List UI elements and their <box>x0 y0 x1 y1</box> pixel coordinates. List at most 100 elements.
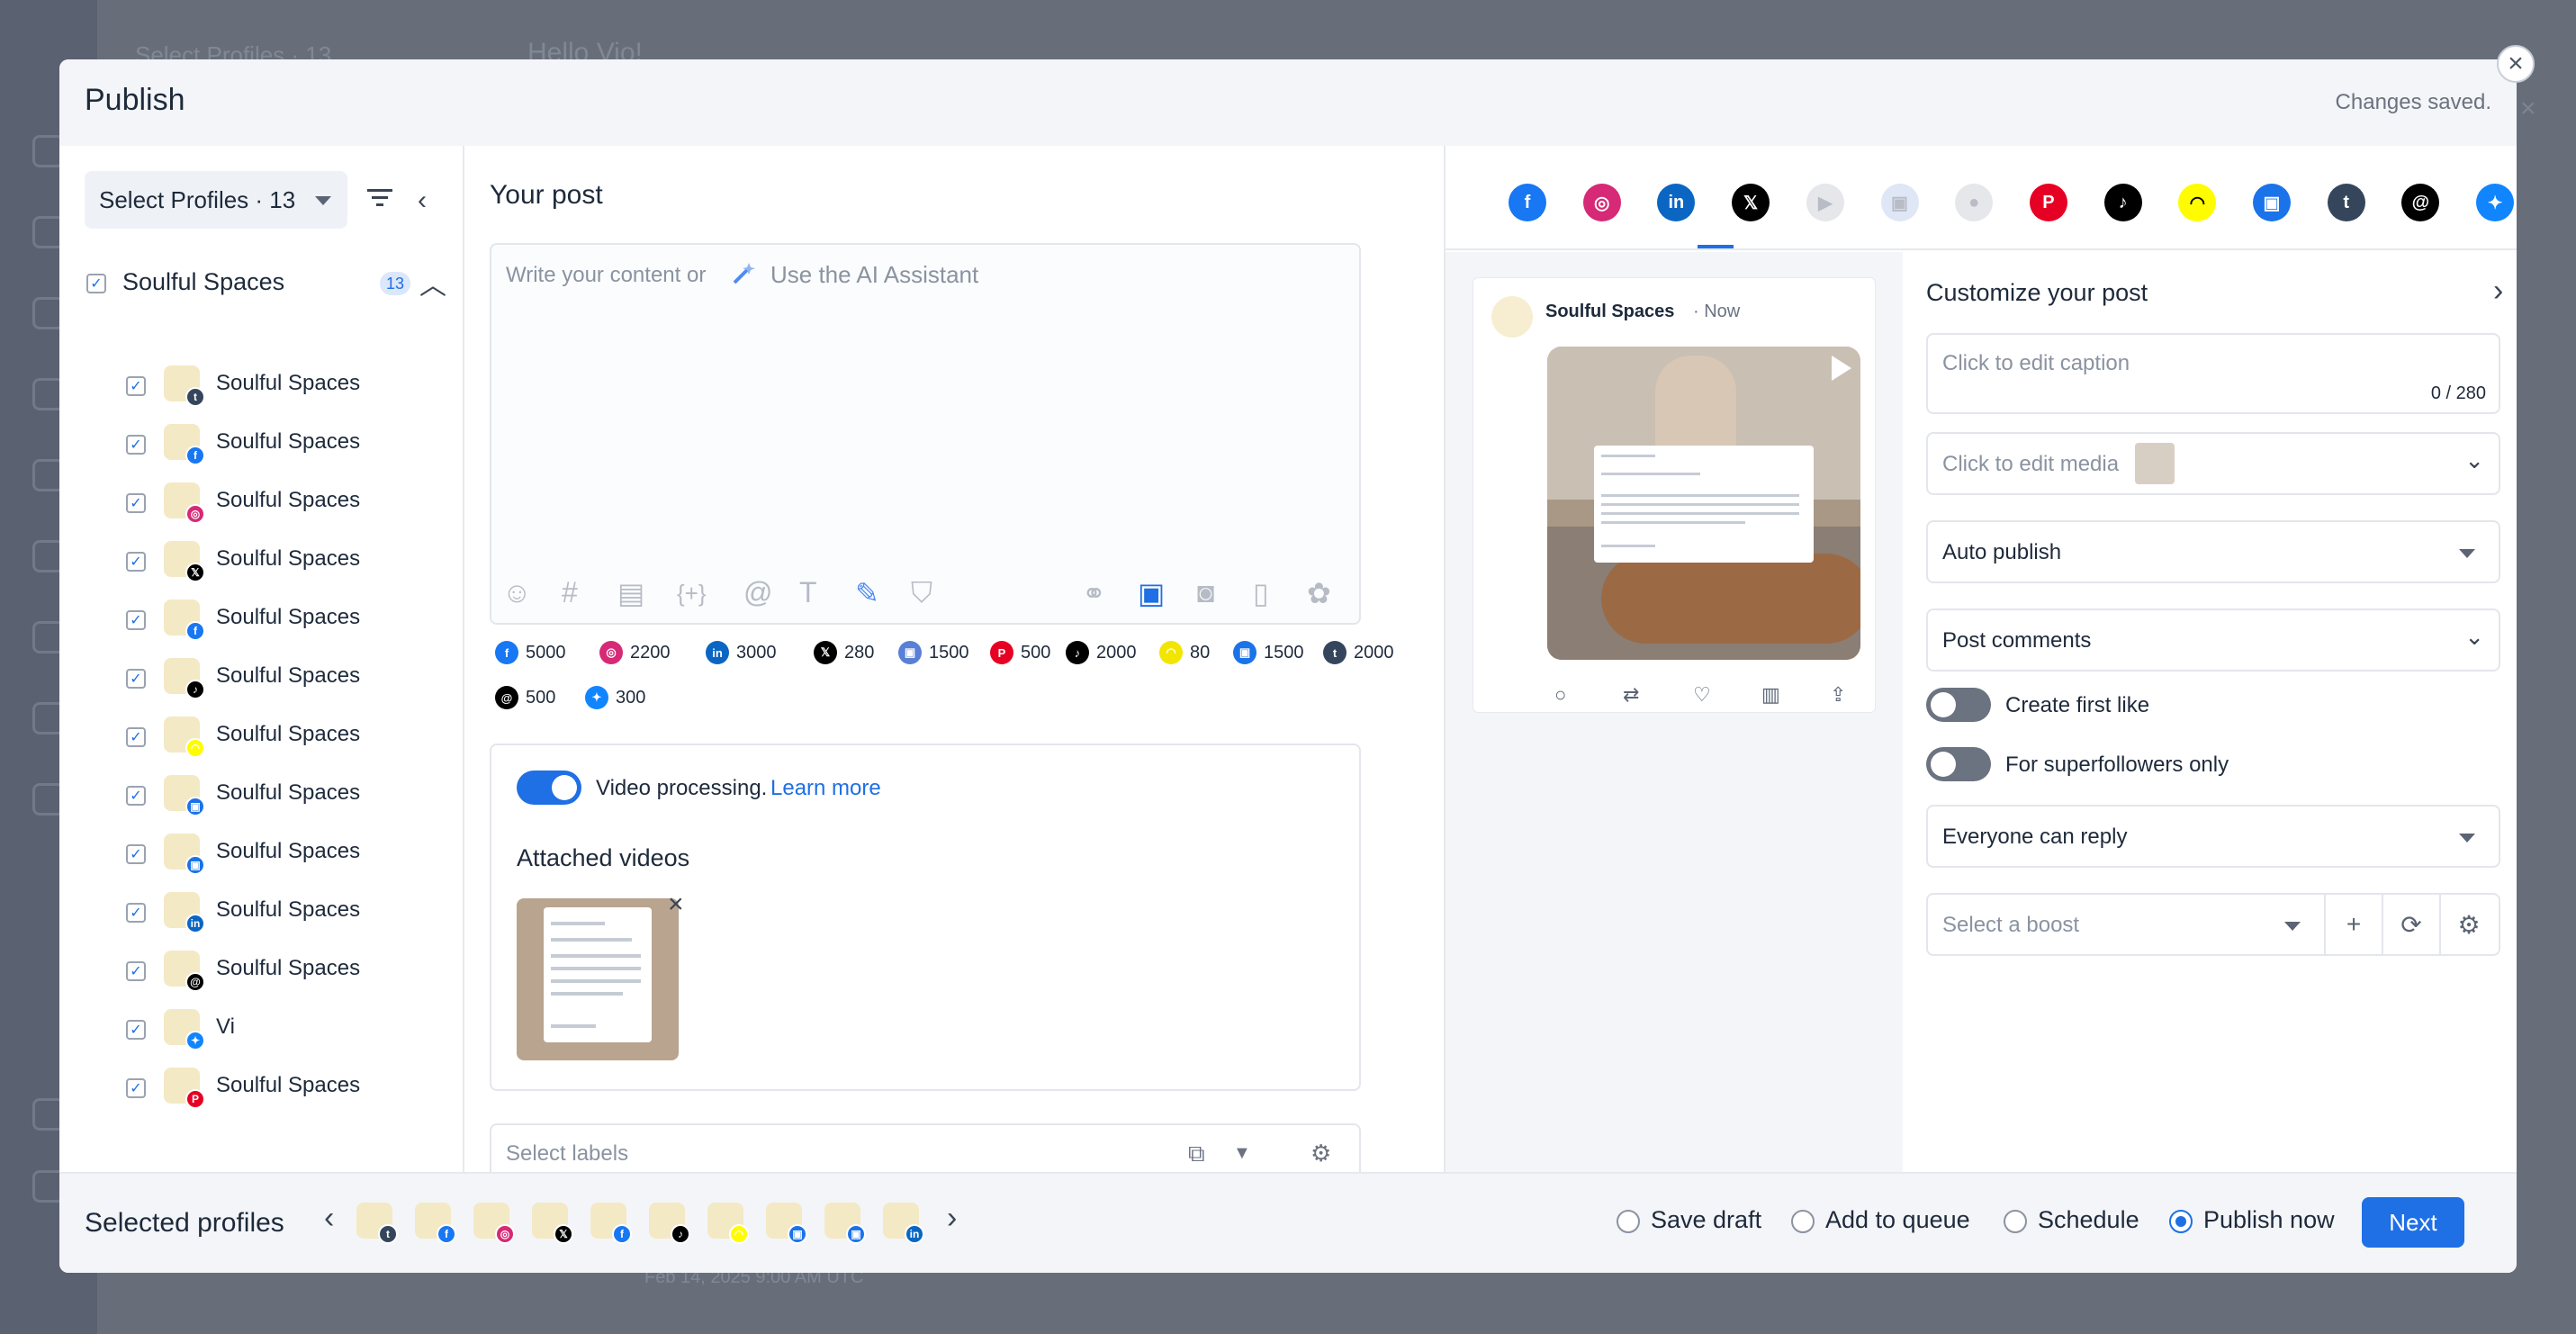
create-first-like-toggle[interactable] <box>1926 688 1991 722</box>
canva-icon[interactable]: ✿ <box>1307 576 1331 610</box>
save-draft-radio[interactable] <box>1617 1210 1640 1233</box>
profile-checkbox[interactable]: ✓ <box>126 610 146 630</box>
profile-checkbox[interactable]: ✓ <box>126 1020 146 1040</box>
publish-now-label[interactable]: Publish now <box>2203 1206 2335 1234</box>
profile-item[interactable]: ✓ t Soulful Spaces <box>126 365 450 409</box>
profile-item[interactable]: ✓ f Soulful Spaces <box>126 424 450 467</box>
chevron-right-icon[interactable]: › <box>947 1201 957 1236</box>
profile-checkbox[interactable]: ✓ <box>126 961 146 981</box>
tab-threads[interactable]: @ <box>2401 184 2440 221</box>
labels-select[interactable]: Select labels ⧉ ▼ ⚙ <box>490 1123 1361 1177</box>
tab-linkedin[interactable]: in <box>1657 184 1696 221</box>
video-thumbnail[interactable] <box>517 898 679 1060</box>
mention-icon[interactable]: @ <box>743 576 772 609</box>
profile-checkbox[interactable]: ✓ <box>126 786 146 806</box>
tab-x[interactable]: 𝕏 <box>1732 184 1770 221</box>
tab-youtube[interactable]: ▶ <box>1806 184 1844 221</box>
profile-checkbox[interactable]: ✓ <box>126 552 146 572</box>
next-button[interactable]: Next <box>2362 1197 2464 1248</box>
save-draft-label[interactable]: Save draft <box>1651 1206 1761 1234</box>
profile-checkbox[interactable]: ✓ <box>126 376 146 396</box>
schedule-radio[interactable] <box>2004 1210 2027 1233</box>
tab-google-business[interactable]: ▣ <box>1880 184 1919 221</box>
play-icon[interactable] <box>1832 356 1851 381</box>
add-to-queue-label[interactable]: Add to queue <box>1825 1206 1970 1234</box>
profile-checkbox[interactable]: ✓ <box>126 493 146 513</box>
caret-down-icon[interactable]: ▼ <box>1233 1143 1251 1164</box>
profile-item[interactable]: ✓ ◠ Soulful Spaces <box>126 717 450 760</box>
tab-google-business-2[interactable]: ▣ <box>2253 184 2291 221</box>
group-checkbox[interactable]: ✓ <box>86 274 106 293</box>
profile-item[interactable]: ✓ @ Soulful Spaces <box>126 951 450 994</box>
settings-icon[interactable]: ⚙ <box>1311 1140 1331 1167</box>
add-to-queue-radio[interactable] <box>1791 1210 1815 1233</box>
schedule-label[interactable]: Schedule <box>2038 1206 2139 1234</box>
tab-pinterest[interactable]: P <box>2029 184 2067 221</box>
shield-icon[interactable]: ⛉ <box>911 576 932 610</box>
selected-profile-avatar: f <box>415 1203 456 1244</box>
tab-tiktok[interactable]: ♪ <box>2103 184 2142 221</box>
profile-checkbox[interactable]: ✓ <box>126 727 146 747</box>
copy-icon[interactable]: ⧉ <box>1188 1140 1205 1168</box>
chevron-left-icon[interactable]: ‹ <box>324 1201 334 1236</box>
tab-facebook[interactable]: f <box>1509 184 1546 221</box>
learn-more-link[interactable]: Learn more <box>770 776 881 801</box>
add-boost-button[interactable]: + <box>2324 895 2382 954</box>
superfollowers-toggle[interactable] <box>1926 747 1991 781</box>
boost-settings-button[interactable]: ⚙ <box>2439 895 2497 954</box>
profile-checkbox[interactable]: ✓ <box>126 844 146 864</box>
profile-item[interactable]: ✓ f Soulful Spaces <box>126 599 450 643</box>
caption-counter: 0 / 280 <box>2430 383 2486 403</box>
caption-field[interactable]: Click to edit caption 0 / 280 <box>1926 333 2500 414</box>
text-format-icon[interactable]: T <box>799 576 817 609</box>
profile-item[interactable]: ✓ P Soulful Spaces <box>126 1068 450 1111</box>
magic-wand-icon[interactable] <box>731 261 756 286</box>
profile-checkbox[interactable]: ✓ <box>126 1078 146 1098</box>
ai-assistant-link[interactable]: Use the AI Assistant <box>770 261 978 289</box>
close-modal-button[interactable]: × <box>2497 45 2535 83</box>
tab-reddit[interactable]: ● <box>1955 184 1994 221</box>
profile-item[interactable]: ✓ ▣ Soulful Spaces <box>126 775 450 818</box>
video-processing-toggle[interactable] <box>517 771 581 805</box>
tab-instagram[interactable]: ◎ <box>1582 184 1621 221</box>
profile-item[interactable]: ✓ ♪ Soulful Spaces <box>126 658 450 701</box>
camera-icon[interactable]: ◙ <box>1197 576 1214 609</box>
remove-video-icon[interactable]: × <box>668 889 684 920</box>
variable-icon[interactable]: {+} <box>677 580 707 608</box>
video-icon[interactable]: ▣ <box>1138 576 1165 610</box>
reply-setting-select[interactable]: Everyone can reply <box>1926 805 2500 868</box>
profile-checkbox[interactable]: ✓ <box>126 669 146 689</box>
modal-header: Publish Changes saved. <box>59 59 2517 146</box>
profile-item[interactable]: ✓ ◎ Soulful Spaces <box>126 482 450 526</box>
profile-item[interactable]: ✓ 𝕏 Soulful Spaces <box>126 541 450 584</box>
profiles-select[interactable]: Select Profiles · 13 <box>85 171 347 229</box>
publish-now-radio[interactable] <box>2169 1210 2193 1233</box>
chevron-left-icon[interactable]: ‹ <box>418 185 427 216</box>
profile-item[interactable]: ✓ in Soulful Spaces <box>126 892 450 935</box>
media-field[interactable]: Click to edit media ⌄ <box>1926 432 2500 495</box>
link-icon[interactable]: ⚭ <box>1082 576 1106 610</box>
refresh-boost-button[interactable]: ⟳ <box>2382 895 2439 954</box>
chevron-up-icon[interactable]: ︿ <box>419 263 446 302</box>
ai-wand-icon[interactable]: ✎ <box>855 576 879 610</box>
hashtag-icon[interactable]: # <box>562 576 578 609</box>
tab-bluesky[interactable]: ✦ <box>2476 184 2515 221</box>
filter-icon[interactable] <box>365 185 394 211</box>
document-icon[interactable]: ▯ <box>1253 576 1269 610</box>
avatar <box>1491 296 1533 338</box>
post-comments-field[interactable]: Post comments ⌄ <box>1926 608 2500 672</box>
selected-profile-avatar: 𝕏 <box>532 1203 573 1244</box>
boost-select[interactable]: Select a boost + ⟳ ⚙ <box>1926 893 2500 956</box>
tab-snapchat[interactable]: ◠ <box>2178 184 2217 221</box>
chevron-right-icon[interactable]: › <box>2493 274 2503 309</box>
profile-item[interactable]: ✓ ✦ Vi <box>126 1009 450 1052</box>
profile-checkbox[interactable]: ✓ <box>126 435 146 455</box>
profile-checkbox[interactable]: ✓ <box>126 903 146 923</box>
profile-item[interactable]: ✓ ▣ Soulful Spaces <box>126 834 450 877</box>
emoji-icon[interactable]: ☺ <box>502 576 532 609</box>
template-icon[interactable]: ▤ <box>617 576 644 610</box>
tab-tumblr[interactable]: t <box>2327 184 2365 221</box>
content-editor[interactable]: Write your content or Use the AI Assista… <box>490 243 1361 625</box>
profile-group[interactable]: ✓ Soulful Spaces 13 ︿ <box>86 266 446 302</box>
auto-publish-select[interactable]: Auto publish <box>1926 520 2500 583</box>
